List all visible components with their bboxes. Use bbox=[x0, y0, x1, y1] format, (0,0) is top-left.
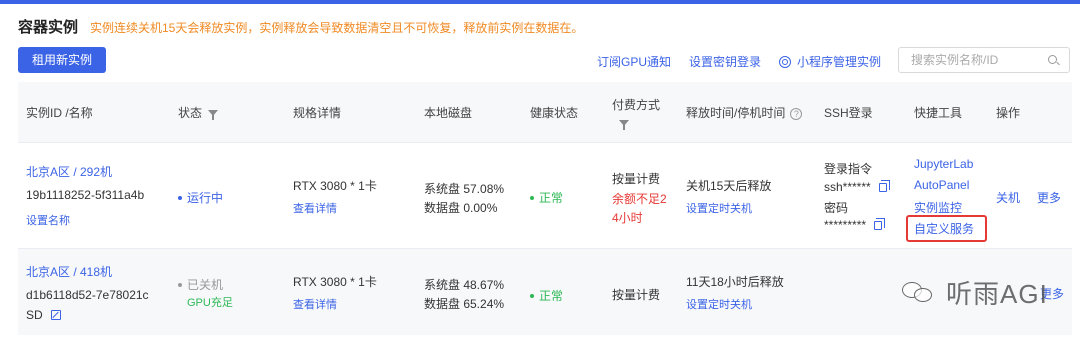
health-dot bbox=[530, 294, 534, 298]
ssh-command-text: ssh****** bbox=[824, 180, 871, 194]
instance-id: d1b6118d52-7e78021c bbox=[26, 288, 149, 302]
balance-warning-line2: 4小时 bbox=[612, 211, 643, 225]
data-disk-usage: 数据盘 0.00% bbox=[424, 201, 498, 215]
instance-monitor-link[interactable]: 实例监控 bbox=[914, 199, 962, 216]
view-details-link[interactable]: 查看详情 bbox=[293, 200, 337, 216]
col-header-ops: 操作 bbox=[996, 106, 1021, 120]
ssh-password-text: ********* bbox=[824, 218, 867, 232]
col-header-billing-filter bbox=[619, 116, 629, 130]
system-disk-usage: 系统盘 57.08% bbox=[424, 182, 505, 196]
set-timed-shutdown-link[interactable]: 设置定时关机 bbox=[686, 200, 752, 216]
search-icon[interactable] bbox=[1048, 55, 1057, 64]
col-header-status: 状态 bbox=[178, 104, 219, 121]
status-label: 已关机 bbox=[187, 278, 224, 292]
gpu-availability: GPU充足 bbox=[187, 297, 233, 309]
col-header-health: 健康状态 bbox=[530, 106, 579, 120]
col-header-id-name: 实例ID /名称 bbox=[26, 106, 93, 120]
copy-icon[interactable] bbox=[878, 180, 890, 192]
page-title: 容器实例 bbox=[18, 19, 79, 36]
instance-id-suffix-text: SD bbox=[26, 308, 43, 322]
set-name-link[interactable]: 设置名称 bbox=[26, 212, 70, 228]
ssh-command-value: ssh****** bbox=[824, 180, 890, 194]
instance-id: 19b1118252-5f311a4b bbox=[26, 188, 145, 202]
help-icon[interactable]: ? bbox=[790, 108, 803, 120]
ssh-password-label: 密码 bbox=[824, 201, 849, 215]
watermark-text: 听雨AGI bbox=[946, 278, 1048, 309]
rent-new-instance-button[interactable]: 租用新实例 bbox=[18, 47, 106, 73]
status-dot bbox=[178, 283, 182, 287]
jupyterlab-link[interactable]: JupyterLab bbox=[914, 157, 973, 171]
health-label: 正常 bbox=[539, 191, 564, 205]
col-header-status-label: 状态 bbox=[178, 106, 203, 120]
health-badge: 正常 bbox=[530, 189, 563, 206]
billing-mode: 按量计费 bbox=[612, 288, 661, 302]
top-accent-bar bbox=[0, 0, 1080, 4]
ssh-password-value: ********* bbox=[824, 218, 886, 232]
balance-warning-line1: 余额不足2 bbox=[612, 192, 667, 206]
col-header-billing: 付费方式 bbox=[612, 98, 661, 112]
col-header-release-label: 释放时间/停机时间 bbox=[686, 106, 786, 120]
status-label: 运行中 bbox=[187, 191, 224, 205]
health-dot bbox=[530, 196, 534, 200]
health-badge: 正常 bbox=[530, 287, 563, 304]
custom-service-highlight bbox=[906, 215, 987, 242]
spec-text: RTX 3080 * 1卡 bbox=[293, 275, 377, 289]
more-button[interactable]: 更多 bbox=[1037, 189, 1061, 206]
watermark: 听雨AGI bbox=[900, 272, 1048, 312]
col-header-ssh: SSH登录 bbox=[824, 106, 873, 120]
release-notice: 实例连续关机15天会释放实例，实例释放会导致数据清空且不可恢复，释放前实例在数据… bbox=[90, 21, 584, 35]
release-time: 关机15天后释放 bbox=[686, 179, 772, 193]
col-header-disk: 本地磁盘 bbox=[424, 106, 473, 120]
system-disk-usage: 系统盘 48.67% bbox=[424, 278, 505, 292]
status-badge: 运行中 bbox=[178, 189, 223, 206]
subscribe-gpu-notice-link[interactable]: 订阅GPU通知 bbox=[597, 53, 671, 70]
spec-text: RTX 3080 * 1卡 bbox=[293, 179, 377, 193]
miniapp-icon bbox=[779, 56, 791, 68]
data-disk-usage: 数据盘 65.24% bbox=[424, 297, 505, 311]
col-header-release: 释放时间/停机时间? bbox=[686, 104, 803, 121]
wechat-logo-icon bbox=[900, 278, 936, 306]
instance-region-link[interactable]: 北京A区 / 418机 bbox=[26, 263, 112, 280]
search-input[interactable] bbox=[899, 48, 1039, 72]
col-header-tools: 快捷工具 bbox=[914, 106, 963, 120]
set-key-login-link[interactable]: 设置密钥登录 bbox=[689, 53, 761, 70]
edit-icon[interactable] bbox=[50, 310, 61, 320]
instance-id-suffix: SD bbox=[26, 308, 61, 322]
release-time: 11天18小时后释放 bbox=[686, 275, 784, 289]
filter-icon[interactable] bbox=[208, 110, 219, 120]
filter-icon[interactable] bbox=[619, 120, 629, 130]
instance-region-link[interactable]: 北京A区 / 292机 bbox=[26, 163, 112, 180]
ssh-command-label: 登录指令 bbox=[824, 162, 873, 176]
miniapp-manage-link[interactable]: 小程序管理实例 bbox=[779, 53, 881, 70]
shutdown-button[interactable]: 关机 bbox=[996, 189, 1020, 206]
col-header-spec: 规格详情 bbox=[293, 106, 342, 120]
autopanel-link[interactable]: AutoPanel bbox=[914, 178, 969, 192]
set-timed-shutdown-link[interactable]: 设置定时关机 bbox=[686, 296, 752, 312]
health-label: 正常 bbox=[539, 289, 564, 303]
billing-mode: 按量计费 bbox=[612, 172, 661, 186]
status-badge: 已关机 bbox=[178, 276, 223, 293]
search-box[interactable] bbox=[898, 47, 1070, 73]
view-details-link[interactable]: 查看详情 bbox=[293, 296, 337, 312]
copy-icon[interactable] bbox=[874, 218, 886, 230]
row-divider bbox=[18, 142, 1072, 143]
miniapp-manage-label: 小程序管理实例 bbox=[797, 55, 882, 69]
status-dot bbox=[178, 196, 182, 200]
